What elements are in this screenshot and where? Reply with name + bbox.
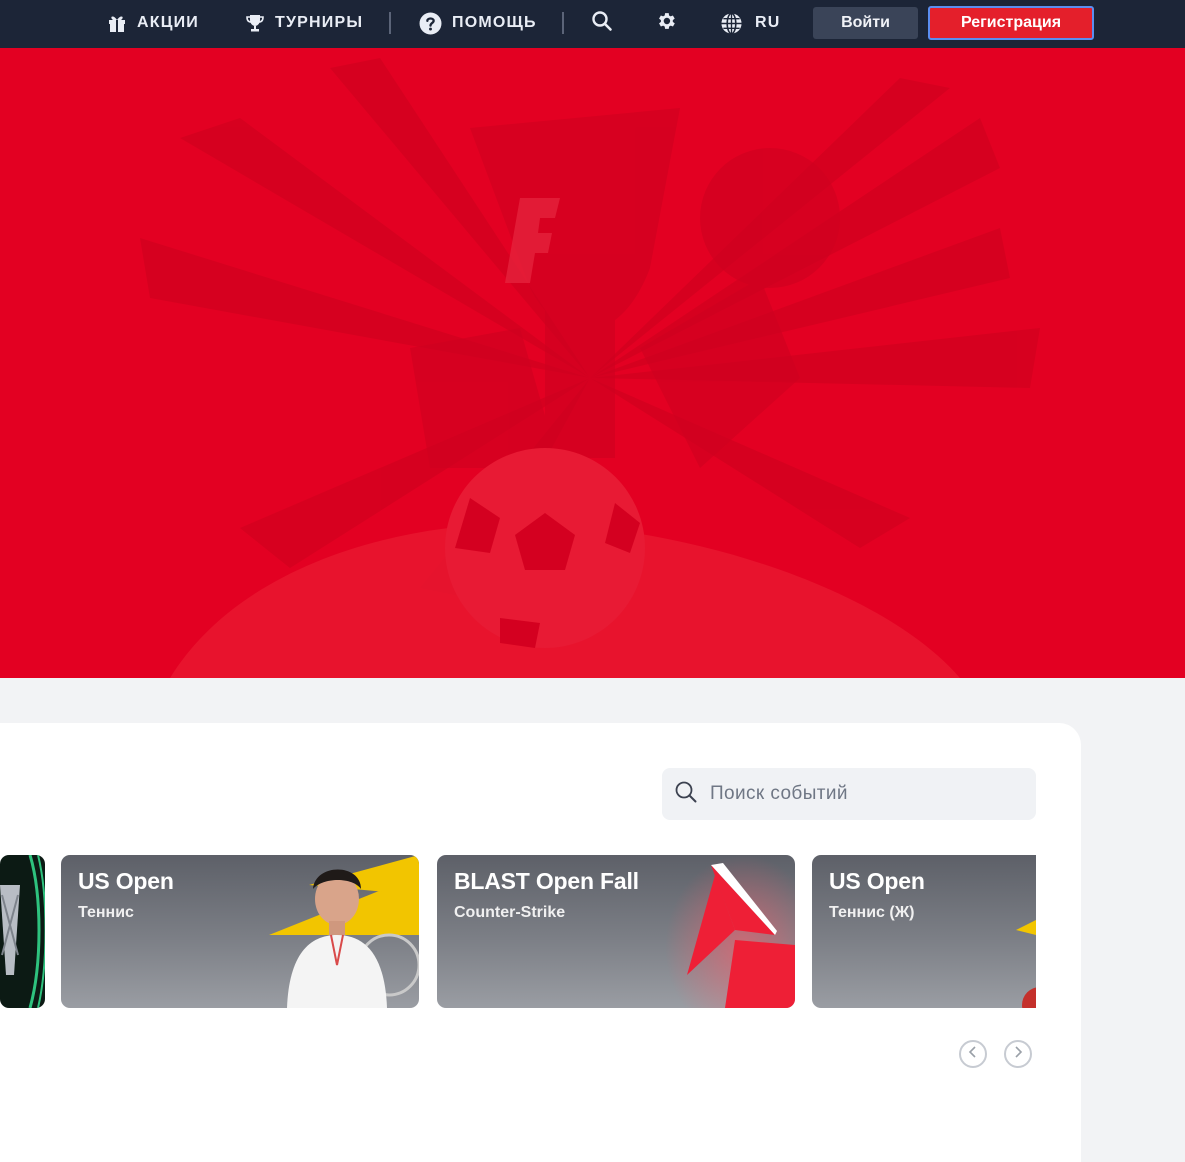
event-card[interactable]: BLAST Open Fall Counter-Strike <box>437 855 795 1008</box>
event-search[interactable] <box>662 768 1036 820</box>
settings-button[interactable] <box>653 10 679 36</box>
gear-icon <box>655 10 677 37</box>
language-selector[interactable]: RU <box>720 0 781 46</box>
search-icon <box>674 780 698 809</box>
search-input[interactable] <box>710 783 1010 805</box>
login-button[interactable]: Войти <box>813 7 918 39</box>
nav-divider <box>389 12 391 34</box>
globe-icon <box>720 12 743 35</box>
card-subtitle: Теннис (Ж) <box>829 904 915 921</box>
card-title: US Open <box>78 868 174 894</box>
chevron-right-icon <box>1013 1045 1023 1063</box>
nav-divider <box>562 12 564 34</box>
event-card-partial[interactable] <box>0 855 45 1008</box>
card-subtitle: Counter-Strike <box>454 904 566 921</box>
search-icon <box>591 10 613 37</box>
carousel-prev-button[interactable] <box>959 1040 987 1068</box>
event-card[interactable]: US Open Теннис <box>61 855 419 1008</box>
nav-tournaments-label: ТУРНИРЫ <box>275 14 364 31</box>
hero-banner[interactable] <box>0 48 1185 678</box>
gift-icon <box>107 13 127 33</box>
card-artwork <box>269 855 419 1008</box>
card-subtitle: Теннис <box>78 904 134 921</box>
event-card-partial[interactable]: US Open Теннис (Ж) <box>812 855 1036 1008</box>
trophy-icon <box>245 13 265 33</box>
hero-artwork <box>140 58 1040 678</box>
card-artwork <box>665 855 795 1008</box>
search-button[interactable] <box>589 10 615 36</box>
card-title: US Open <box>829 868 925 894</box>
card-artwork <box>0 855 45 1008</box>
nav-promos-label: АКЦИИ <box>137 14 200 31</box>
language-label: RU <box>755 14 781 31</box>
nav-help-label: ПОМОЩЬ <box>452 14 537 31</box>
card-artwork <box>1016 920 1036 1008</box>
card-title: BLAST Open Fall <box>454 868 639 894</box>
top-navigation: АКЦИИ ТУРНИРЫ ПОМОЩЬ RU Войти Регистраци… <box>0 0 1185 48</box>
help-icon <box>419 12 442 35</box>
nav-promos[interactable]: АКЦИИ <box>107 0 199 46</box>
register-button[interactable]: Регистрация <box>928 6 1094 40</box>
chevron-left-icon <box>968 1045 978 1063</box>
carousel-next-button[interactable] <box>1004 1040 1032 1068</box>
nav-help[interactable]: ПОМОЩЬ <box>419 0 537 46</box>
nav-tournaments[interactable]: ТУРНИРЫ <box>245 0 363 46</box>
